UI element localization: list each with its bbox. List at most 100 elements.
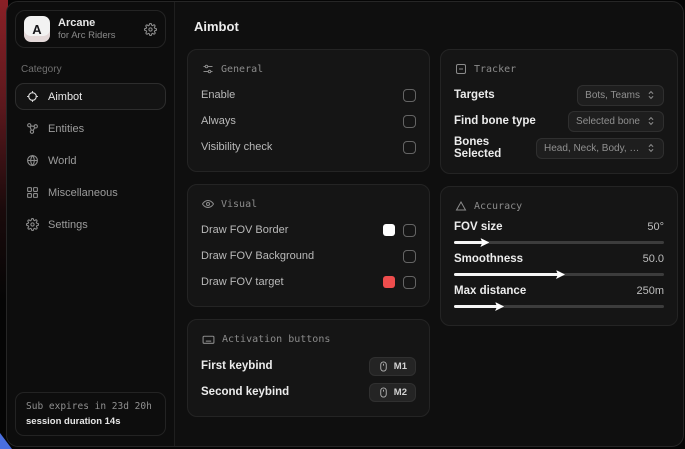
enable-checkbox[interactable] <box>403 89 416 102</box>
max-distance-slider[interactable] <box>454 305 664 308</box>
dropdown-value: Head, Neck, Body, Fe.. <box>544 143 640 154</box>
fov-background-checkbox[interactable] <box>403 250 416 263</box>
sidebar-item-label: World <box>48 155 77 167</box>
smoothness-slider-group: Smoothness 50.0 <box>454 253 664 276</box>
slider-value: 250m <box>636 285 664 297</box>
fov-border-color-swatch[interactable] <box>383 224 395 236</box>
find-bone-type-dropdown[interactable]: Selected bone <box>568 111 664 132</box>
setting-row-second-keybind: Second keybind M2 <box>201 381 416 403</box>
setting-row-fov-background: Draw FOV Background <box>201 245 416 267</box>
setting-label: Find bone type <box>454 115 536 127</box>
fov-size-slider-group: FOV size 50° <box>454 221 664 244</box>
setting-row-find-bone-type: Find bone type Selected bone <box>454 110 664 132</box>
sidebar-item-label: Aimbot <box>48 91 82 103</box>
always-checkbox[interactable] <box>403 115 416 128</box>
sidebar-item-entities[interactable]: Entities <box>15 115 166 142</box>
slider-thumb[interactable] <box>495 302 504 311</box>
second-keybind-button[interactable]: M2 <box>369 383 416 402</box>
globe-icon <box>26 154 39 167</box>
gear-icon[interactable] <box>144 23 157 36</box>
mouse-icon <box>378 361 389 372</box>
max-distance-slider-group: Max distance 250m <box>454 285 664 308</box>
setting-label: Always <box>201 115 236 127</box>
sidebar-item-miscellaneous[interactable]: Miscellaneous <box>15 179 166 206</box>
slider-value: 50.0 <box>643 253 664 265</box>
page-title: Aimbot <box>194 19 678 34</box>
panel-header-label: General <box>221 64 263 75</box>
setting-label: FOV size <box>454 221 503 233</box>
bones-selected-dropdown[interactable]: Head, Neck, Body, Fe.. <box>536 138 664 159</box>
brand-logo: A <box>24 16 50 42</box>
panel-visual: Visual Draw FOV Border Draw FOV Backgrou… <box>187 184 430 307</box>
slider-value: 50° <box>647 221 664 233</box>
setting-row-visibility-check: Visibility check <box>201 136 416 158</box>
chevrons-up-down-icon <box>646 90 656 100</box>
setting-row-first-keybind: First keybind M1 <box>201 355 416 377</box>
sidebar: A Arcane for Arc Riders Category Aimbot … <box>7 2 175 446</box>
panel-header-label: Activation buttons <box>222 334 330 345</box>
panel-accuracy: Accuracy FOV size 50° <box>440 186 678 326</box>
sidebar-item-label: Entities <box>48 123 84 135</box>
scan-icon <box>455 63 467 75</box>
chevrons-up-down-icon <box>646 116 656 126</box>
entities-icon <box>26 122 39 135</box>
setting-label: Draw FOV target <box>201 276 284 288</box>
panel-general: General Enable Always Visibility check <box>187 49 430 172</box>
smoothness-slider[interactable] <box>454 273 664 276</box>
setting-row-enable: Enable <box>201 84 416 106</box>
panel-header-label: Tracker <box>474 64 516 75</box>
setting-row-fov-border: Draw FOV Border <box>201 219 416 241</box>
brand-card: A Arcane for Arc Riders <box>15 10 166 48</box>
misc-grid-icon <box>26 186 39 199</box>
fov-border-checkbox[interactable] <box>403 224 416 237</box>
category-label: Category <box>21 64 160 75</box>
session-duration-text: session duration 14s <box>26 416 155 427</box>
sidebar-item-aimbot[interactable]: Aimbot <box>15 83 166 110</box>
setting-label: Bones Selected <box>454 136 536 160</box>
main-content: Aimbot General Enable <box>175 2 684 446</box>
brand-text: Arcane for Arc Riders <box>58 17 136 42</box>
keybind-value: M2 <box>394 387 407 398</box>
fov-target-color-swatch[interactable] <box>383 276 395 288</box>
slider-thumb[interactable] <box>556 270 565 279</box>
sidebar-item-label: Settings <box>48 219 88 231</box>
sliders-icon <box>202 63 214 75</box>
eye-icon <box>202 198 214 210</box>
targets-dropdown[interactable]: Bots, Teams <box>577 85 664 106</box>
chevrons-up-down-icon <box>646 143 656 153</box>
panel-header-label: Accuracy <box>474 201 522 212</box>
sub-expiry-text: Sub expires in 23d 20h <box>26 401 155 412</box>
gear-icon <box>26 218 39 231</box>
app-window: A Arcane for Arc Riders Category Aimbot … <box>6 1 684 447</box>
visibility-check-checkbox[interactable] <box>403 141 416 154</box>
setting-label: Max distance <box>454 285 526 297</box>
setting-label: Smoothness <box>454 253 523 265</box>
setting-label: Enable <box>201 89 235 101</box>
brand-subtitle: for Arc Riders <box>58 30 136 41</box>
crosshair-icon <box>26 90 39 103</box>
setting-row-targets: Targets Bots, Teams <box>454 84 664 106</box>
setting-label: Draw FOV Background <box>201 250 314 262</box>
fov-target-checkbox[interactable] <box>403 276 416 289</box>
slider-thumb[interactable] <box>480 238 489 247</box>
setting-label: Targets <box>454 89 495 101</box>
setting-row-fov-target: Draw FOV target <box>201 271 416 293</box>
setting-row-always: Always <box>201 110 416 132</box>
dropdown-value: Selected bone <box>576 116 640 127</box>
fov-size-slider[interactable] <box>454 241 664 244</box>
sidebar-item-world[interactable]: World <box>15 147 166 174</box>
keyboard-icon <box>202 333 215 346</box>
brand-title: Arcane <box>58 17 136 30</box>
setting-label: Draw FOV Border <box>201 224 288 236</box>
dropdown-value: Bots, Teams <box>585 90 640 101</box>
setting-label: First keybind <box>201 360 273 372</box>
panel-activation-buttons: Activation buttons First keybind M1 Seco… <box>187 319 430 417</box>
mouse-icon <box>378 387 389 398</box>
setting-label: Visibility check <box>201 141 272 153</box>
setting-row-bones-selected: Bones Selected Head, Neck, Body, Fe.. <box>454 136 664 160</box>
panel-header-label: Visual <box>221 199 257 210</box>
sidebar-item-settings[interactable]: Settings <box>15 211 166 238</box>
first-keybind-button[interactable]: M1 <box>369 357 416 376</box>
triangle-icon <box>455 200 467 212</box>
subscription-info: Sub expires in 23d 20h session duration … <box>15 392 166 436</box>
